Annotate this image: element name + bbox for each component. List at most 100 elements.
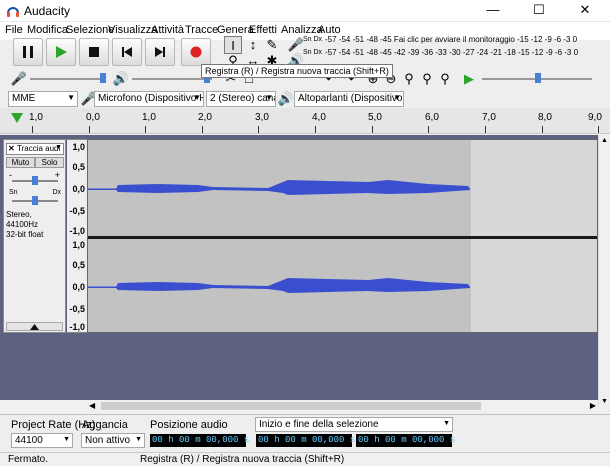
- menu-tracce[interactable]: Tracce: [185, 24, 218, 36]
- close-button[interactable]: ✕: [562, 0, 608, 22]
- scroll-right-icon[interactable]: ▶: [590, 401, 596, 410]
- vertical-scrollbar[interactable]: ▲ ▼: [598, 135, 610, 407]
- ruler-label: 4,0: [312, 112, 326, 123]
- pause-icon: [23, 46, 33, 58]
- record-meter[interactable]: Sn Dx -57 -54 -51 -48 -45 Fai clic per a…: [303, 35, 603, 47]
- ruler-tick: [89, 126, 90, 133]
- selection-end-value: 00 h 00 m 00,000 s: [358, 435, 456, 445]
- audio-host-value: MME: [12, 93, 36, 104]
- track-bit-depth: 32-bit float: [6, 230, 44, 239]
- pan-right-label: Dx: [52, 189, 61, 196]
- ruler-tick: [598, 126, 599, 133]
- play-meter-scale: -57 -54 -51 -48 -45 -42 -39 -36 -33 -30 …: [325, 48, 579, 57]
- play-meter[interactable]: Sn Dx -57 -54 -51 -48 -45 -42 -39 -36 -3…: [303, 48, 603, 60]
- input-device-value: Microfono (Dispositivo Hig: [98, 93, 204, 104]
- minimize-button[interactable]: —: [470, 0, 516, 22]
- track-area: ✕ Traccia audi ▼ Muto Solo - + Sn Dx Ste…: [0, 135, 598, 335]
- solo-button[interactable]: Solo: [35, 157, 64, 168]
- menu-attivita[interactable]: Attività: [151, 24, 184, 36]
- audio-position-time[interactable]: 00 h 00 m 00,000 s: [150, 434, 249, 447]
- collapse-arrow-icon: [30, 324, 39, 330]
- chevron-down-icon: ▼: [443, 420, 450, 427]
- recording-volume-thumb[interactable]: [100, 73, 106, 83]
- gain-minus-label: -: [9, 170, 12, 180]
- channels-select[interactable]: 2 (Stereo) canali▼: [206, 91, 276, 107]
- pause-button[interactable]: [13, 38, 43, 66]
- menu-file[interactable]: File: [5, 24, 23, 36]
- output-device-speaker-icon: 🔊: [277, 91, 295, 106]
- ruler-label: 0,0: [86, 112, 100, 123]
- pan-slider-thumb[interactable]: [32, 196, 38, 205]
- timeline-ruler[interactable]: 1,0 0,0 1,0 2,0 3,0 4,0 5,0 6,0 7,0 8,0 …: [0, 108, 610, 134]
- scroll-up-icon[interactable]: ▲: [601, 137, 608, 144]
- scale-label: 0,5: [72, 260, 85, 270]
- selection-start-time[interactable]: 00 h 00 m 00,000 s: [256, 434, 355, 447]
- snap-label: Aggancia: [82, 419, 128, 431]
- skip-to-start-button[interactable]: [112, 38, 142, 66]
- scale-label: 1,0: [72, 240, 85, 250]
- ruler-tick: [315, 126, 316, 133]
- skip-end-icon: [155, 47, 165, 57]
- fit-selection-icon[interactable]: ⚲: [400, 70, 418, 88]
- selection-mode-select[interactable]: Inizio e fine della selezione ▼: [255, 417, 453, 432]
- play-at-speed-icon[interactable]: ▶: [460, 70, 478, 88]
- record-meter-scale: -57 -54 -51 -48 -45 Fai clic per avviare…: [325, 35, 578, 44]
- zoom-toggle-icon[interactable]: ⚲: [436, 70, 454, 88]
- ruler-tick: [485, 126, 486, 133]
- menu-modifica[interactable]: Modifica: [27, 24, 68, 36]
- scale-label: 0,0: [72, 184, 85, 194]
- status-state: Fermato.: [8, 454, 49, 465]
- record-icon: [190, 46, 202, 58]
- skip-start-icon: [122, 47, 132, 57]
- skip-to-end-button[interactable]: [145, 38, 175, 66]
- track-name-dropdown[interactable]: ✕ Traccia audi ▼: [6, 143, 64, 155]
- scale-label: -1,0: [69, 226, 85, 236]
- scroll-down-icon[interactable]: ▼: [601, 398, 608, 405]
- play-icon: [56, 46, 67, 58]
- maximize-button[interactable]: ☐: [516, 0, 562, 22]
- collapse-track-button[interactable]: [6, 322, 63, 331]
- record-button[interactable]: [181, 38, 211, 66]
- scroll-thumb[interactable]: [101, 402, 481, 410]
- ruler-label: 5,0: [368, 112, 382, 123]
- fit-project-icon[interactable]: ⚲: [418, 70, 436, 88]
- window-title: Audacity: [24, 4, 71, 18]
- track-info: Stereo, 44100Hz 32-bit float: [6, 210, 65, 240]
- stop-button[interactable]: [79, 38, 109, 66]
- pin-head-icon[interactable]: [10, 112, 24, 124]
- chevron-down-icon: ▼: [393, 93, 401, 102]
- menu-visualizza[interactable]: Visualizza: [108, 24, 157, 36]
- track-format: Stereo, 44100Hz: [6, 210, 39, 229]
- waveform-display[interactable]: [87, 139, 598, 333]
- gain-slider-thumb[interactable]: [32, 176, 38, 185]
- gain-plus-label: +: [54, 170, 60, 180]
- selection-end-time[interactable]: 00 h 00 m 00,000 s: [356, 434, 456, 447]
- playback-volume-slider[interactable]: [132, 78, 212, 80]
- play-speed-thumb[interactable]: [535, 73, 541, 83]
- mute-button[interactable]: Muto: [6, 157, 35, 168]
- project-rate-value: 44100: [15, 435, 43, 446]
- scroll-left-icon[interactable]: ◀: [89, 401, 95, 410]
- output-device-select[interactable]: Altoparlanti (Dispositivo Hig▼: [294, 91, 404, 107]
- scale-label: -0,5: [69, 304, 85, 314]
- horizontal-scrollbar[interactable]: ◀ ▶: [87, 400, 598, 412]
- empty-track-space[interactable]: [0, 335, 598, 400]
- input-device-select[interactable]: Microfono (Dispositivo Hig ▼: [94, 91, 204, 107]
- audio-position-label: Posizione audio: [150, 419, 228, 431]
- close-track-icon[interactable]: ✕: [8, 144, 15, 153]
- speaker-volume-icon: 🔊: [112, 71, 130, 86]
- ruler-tick: [202, 126, 203, 133]
- status-message: Registra (R) / Registra nuova traccia (S…: [140, 454, 345, 465]
- scale-label: 1,0: [72, 142, 85, 152]
- snap-select[interactable]: Non attivo ▼: [81, 433, 145, 448]
- menu-effetti[interactable]: Effetti: [249, 24, 277, 36]
- chevron-down-icon: ▼: [265, 93, 273, 102]
- recording-volume-slider[interactable]: [30, 78, 106, 80]
- track-control-panel[interactable]: ✕ Traccia audi ▼ Muto Solo - + Sn Dx Ste…: [3, 139, 66, 333]
- audio-host-select[interactable]: MME ▼: [8, 91, 78, 107]
- play-button[interactable]: [46, 38, 76, 66]
- ruler-label: 3,0: [255, 112, 269, 123]
- status-bar: Fermato. Registra (R) / Registra nuova t…: [0, 452, 610, 466]
- ruler-tick: [32, 126, 33, 133]
- project-rate-select[interactable]: 44100 ▼: [11, 433, 73, 448]
